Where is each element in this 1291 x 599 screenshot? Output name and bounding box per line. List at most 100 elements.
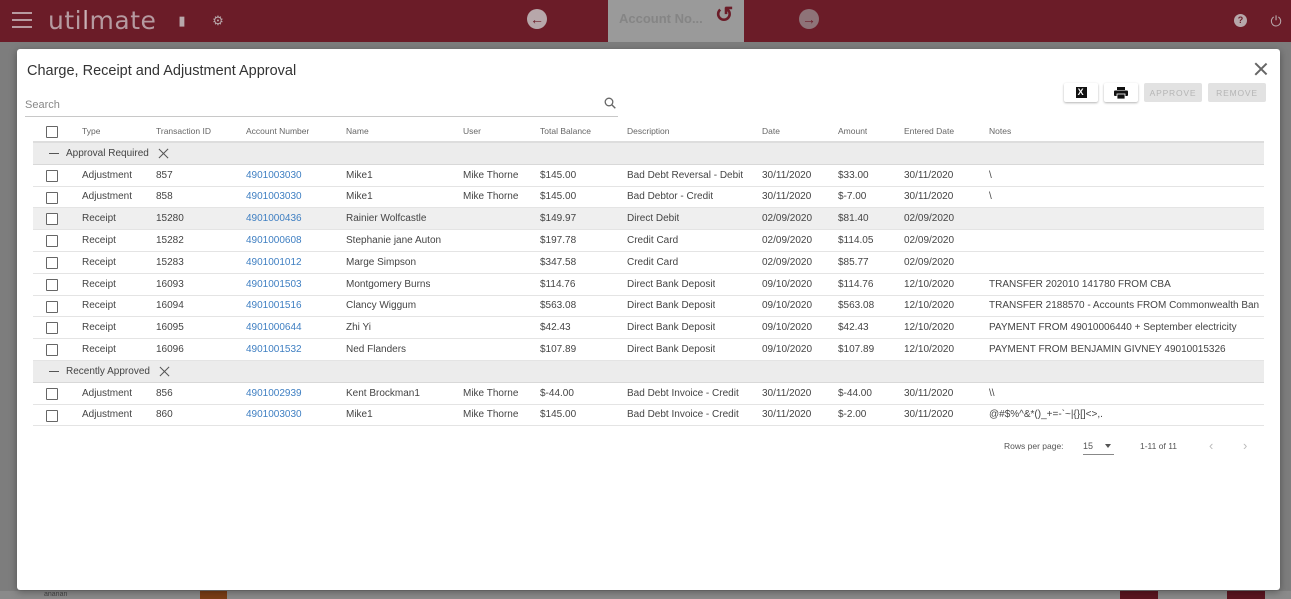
account-number-link[interactable]: 4901003030 [246,405,302,426]
column-header-amount[interactable]: Amount [838,121,867,141]
cell-type: Adjustment [82,191,133,203]
next-page-button[interactable]: › [1243,438,1247,453]
print-button[interactable] [1104,83,1138,102]
cell-description: Direct Bank Deposit [627,322,716,334]
help-icon[interactable]: ? [1234,14,1247,27]
row-checkbox[interactable] [46,213,58,226]
cell-name: Mike1 [346,169,373,181]
close-icon[interactable] [1254,62,1268,76]
account-number-link[interactable]: 4901001012 [246,252,302,273]
row-checkbox[interactable] [46,191,58,204]
remove-group-icon[interactable] [159,366,170,377]
table-row[interactable]: Receipt 16094 4901001516 Clancy Wiggum $563.… [33,296,1264,318]
remove-group-icon[interactable] [158,148,169,159]
account-number-link[interactable]: 4901002939 [246,383,302,404]
account-number-link[interactable]: 4901001532 [246,339,302,360]
column-header-description[interactable]: Description [627,121,670,141]
group-label-container: Approval Required [49,143,169,164]
refresh-icon[interactable]: ↺ [715,2,733,28]
table-row[interactable]: Receipt 15280 4901000436 Rainier Wolfcastle… [33,208,1264,231]
account-number-link[interactable]: 4901000608 [246,230,302,251]
search-icon[interactable] [604,97,616,109]
table-row[interactable]: Receipt 16095 4901000644 Zhi Yi $42.43 Direct… [33,317,1264,340]
cell-entered-date: 02/09/2020 [904,256,955,268]
cell-description: Bad Debt Invoice - Credit [627,387,739,399]
gears-icon[interactable]: ⚙ [210,13,226,29]
cell-description: Direct Bank Deposit [627,278,716,290]
cell-type: Receipt [82,235,116,247]
account-number-link[interactable]: 4901001503 [246,274,302,295]
column-header-total-balance[interactable]: Total Balance [540,121,591,141]
search-field[interactable] [25,95,618,117]
cell-user: Mike Thorne [463,409,519,421]
search-input[interactable] [25,97,585,111]
transactions-table: Type Transaction ID Account Number Name … [33,121,1264,427]
row-checkbox[interactable] [46,256,58,269]
table-row[interactable]: Adjustment 858 4901003030 Mike1 Mike Thorne $… [33,187,1264,209]
account-number-link[interactable]: 4901001516 [246,296,302,317]
group-label: Approval Required [66,147,149,159]
column-header-transaction-id[interactable]: Transaction ID [156,121,211,141]
cell-type: Receipt [82,344,116,356]
cell-transaction-id: 15282 [156,235,184,247]
collapse-icon[interactable] [49,370,59,373]
column-header-date[interactable]: Date [762,121,780,141]
group-header[interactable]: Approval Required [33,143,1264,165]
cell-type: Receipt [82,300,116,312]
account-number-link[interactable]: 4901000436 [246,208,302,229]
cell-notes: TRANSFER 202010 141780 FROM CBA [989,278,1171,290]
column-header-account-number[interactable]: Account Number [246,121,309,141]
row-checkbox[interactable] [46,344,58,357]
table-row[interactable]: Receipt 15283 4901001012 Marge Simpson $347.… [33,252,1264,274]
column-header-notes[interactable]: Notes [989,121,1259,141]
book-icon[interactable]: ▮ [174,13,190,29]
row-checkbox[interactable] [46,169,58,182]
row-checkbox[interactable] [46,409,58,422]
cell-total-balance: $145.00 [540,169,577,181]
rows-per-page-select[interactable]: 15 [1083,438,1114,455]
cell-total-balance: $145.00 [540,191,577,203]
select-all-checkbox[interactable] [46,126,58,138]
remove-button[interactable]: REMOVE [1208,83,1266,102]
column-header-type[interactable]: Type [82,121,100,141]
column-header-user[interactable]: User [463,121,481,141]
row-checkbox[interactable] [46,322,58,335]
page-range: 1-11 of 11 [1140,441,1178,451]
cell-notes [989,230,1259,251]
cell-date: 02/09/2020 [762,235,813,247]
row-checkbox[interactable] [46,387,58,400]
export-excel-button[interactable]: X [1064,83,1098,102]
collapse-icon[interactable] [49,152,59,155]
cell-transaction-id: 16093 [156,278,184,290]
cell-amount: $-2.00 [838,409,867,421]
power-icon[interactable]: ⏻ [1268,13,1284,29]
row-checkbox[interactable] [46,300,58,313]
previous-page-button[interactable]: ‹ [1209,438,1213,453]
table-row[interactable]: Adjustment 860 4901003030 Mike1 Mike Thorne $… [33,405,1264,427]
cell-user: Mike Thorne [463,387,519,399]
account-number-link[interactable]: 4901003030 [246,165,302,186]
cell-name: Marge Simpson [346,256,417,268]
table-row[interactable]: Adjustment 857 4901003030 Mike1 Mike Thorne $… [33,165,1264,187]
account-number-link[interactable]: 4901000644 [246,317,302,338]
table-row[interactable]: Receipt 16093 4901001503 Montgomery Burns $1… [33,274,1264,296]
table-row[interactable]: Adjustment 856 4901002939 Kent Brockman1 Mik… [33,383,1264,405]
row-checkbox[interactable] [46,235,58,248]
column-header-entered-date[interactable]: Entered Date [904,121,954,141]
row-checkbox[interactable] [46,278,58,291]
account-number-link[interactable]: 4901003030 [246,187,302,208]
column-header-name[interactable]: Name [346,121,369,141]
menu-icon[interactable] [12,12,32,28]
app-logo: utilmate [48,6,157,35]
cell-amount: $-7.00 [838,191,867,203]
group-header[interactable]: Recently Approved [33,360,1264,383]
back-arrow-icon[interactable]: ← [527,9,547,29]
table-row[interactable]: Receipt 16096 4901001532 Ned Flanders $107.8… [33,339,1264,361]
cell-transaction-id: 16094 [156,300,184,312]
approve-button[interactable]: APPROVE [1144,83,1202,102]
background-block [1227,591,1265,599]
table-row[interactable]: Receipt 15282 4901000608 Stephanie jane Aut… [33,230,1264,252]
account-number-field[interactable]: Account No... ↺ [608,0,744,42]
cell-total-balance: $107.89 [540,344,577,356]
forward-arrow-icon[interactable]: → [799,9,819,29]
